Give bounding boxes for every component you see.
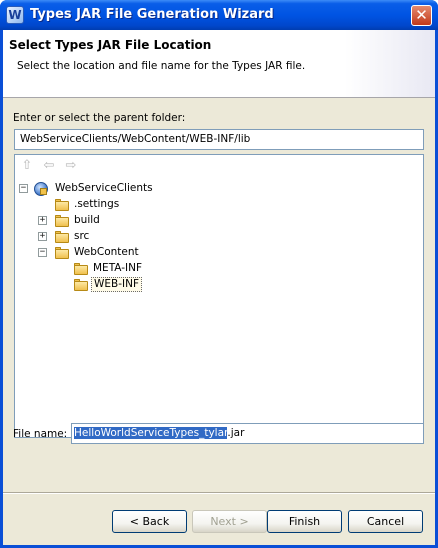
folder-icon <box>54 213 70 229</box>
expand-icon[interactable]: + <box>38 232 47 241</box>
wizard-app-icon: W <box>6 6 24 24</box>
tree-item-label: META-INF <box>93 262 143 274</box>
folder-icon <box>73 277 89 293</box>
folder-icon <box>54 229 70 245</box>
folder-icon <box>73 261 89 277</box>
tree-item-label: WebContent <box>74 246 139 258</box>
parent-folder-input[interactable]: WebServiceClients/WebContent/WEB-INF/lib <box>14 129 424 150</box>
expand-icon[interactable]: + <box>38 216 47 225</box>
tree-item-web-inf[interactable]: WEB-INF <box>19 277 219 293</box>
back-arrow-icon[interactable]: ⇦ <box>41 158 57 174</box>
title-bar[interactable]: W Types JAR File Generation Wizard ✕ <box>0 0 438 30</box>
folder-tree-panel[interactable]: ⇧ ⇦ ⇨ − WebServiceClients .settings + bu… <box>14 154 424 438</box>
cancel-button[interactable]: Cancel <box>348 510 423 533</box>
collapse-icon[interactable]: − <box>19 184 28 193</box>
tree-item-src[interactable]: + src <box>19 229 219 245</box>
file-name-input[interactable]: HelloWorldServiceTypes_tylar.jar <box>71 423 424 444</box>
tree-item-meta-inf[interactable]: META-INF <box>19 261 219 277</box>
tree-item-webserviceclients[interactable]: − WebServiceClients <box>19 181 219 197</box>
button-bar-separator <box>3 492 435 494</box>
wizard-window: W Types JAR File Generation Wizard ✕ Sel… <box>0 0 438 548</box>
window-title: Types JAR File Generation Wizard <box>30 7 274 22</box>
tree-item-label: WebServiceClients <box>55 182 153 194</box>
file-name-label: File name: <box>13 428 68 440</box>
tree-item-label: .settings <box>74 198 120 210</box>
page-title: Select Types JAR File Location <box>9 38 212 52</box>
finish-button[interactable]: Finish <box>267 510 342 533</box>
header-banner-decoration <box>345 30 435 97</box>
tree-item-label: src <box>74 230 90 242</box>
next-button[interactable]: Next > <box>192 510 267 533</box>
file-name-selected-text: HelloWorldServiceTypes_tylar <box>74 427 228 439</box>
wizard-header: Select Types JAR File Location Select th… <box>3 30 435 98</box>
folder-open-icon <box>54 245 70 261</box>
tree-item-label-selected: WEB-INF <box>91 277 142 292</box>
folder-icon <box>54 197 70 213</box>
tree-item-build[interactable]: + build <box>19 213 219 229</box>
dialog-body: Select Types JAR File Location Select th… <box>3 30 435 545</box>
tree-item-settings[interactable]: .settings <box>19 197 219 213</box>
tree-item-label: build <box>74 214 100 226</box>
up-folder-icon[interactable]: ⇧ <box>19 158 35 174</box>
project-icon <box>33 181 49 197</box>
collapse-icon[interactable]: − <box>38 248 47 257</box>
tree-item-webcontent[interactable]: − WebContent <box>19 245 219 261</box>
forward-arrow-icon[interactable]: ⇨ <box>63 158 79 174</box>
parent-folder-label: Enter or select the parent folder: <box>13 112 186 124</box>
close-button[interactable]: ✕ <box>411 5 432 26</box>
back-button[interactable]: < Back <box>112 510 187 533</box>
file-name-extension: .jar <box>227 427 245 439</box>
page-description: Select the location and file name for th… <box>17 60 306 72</box>
